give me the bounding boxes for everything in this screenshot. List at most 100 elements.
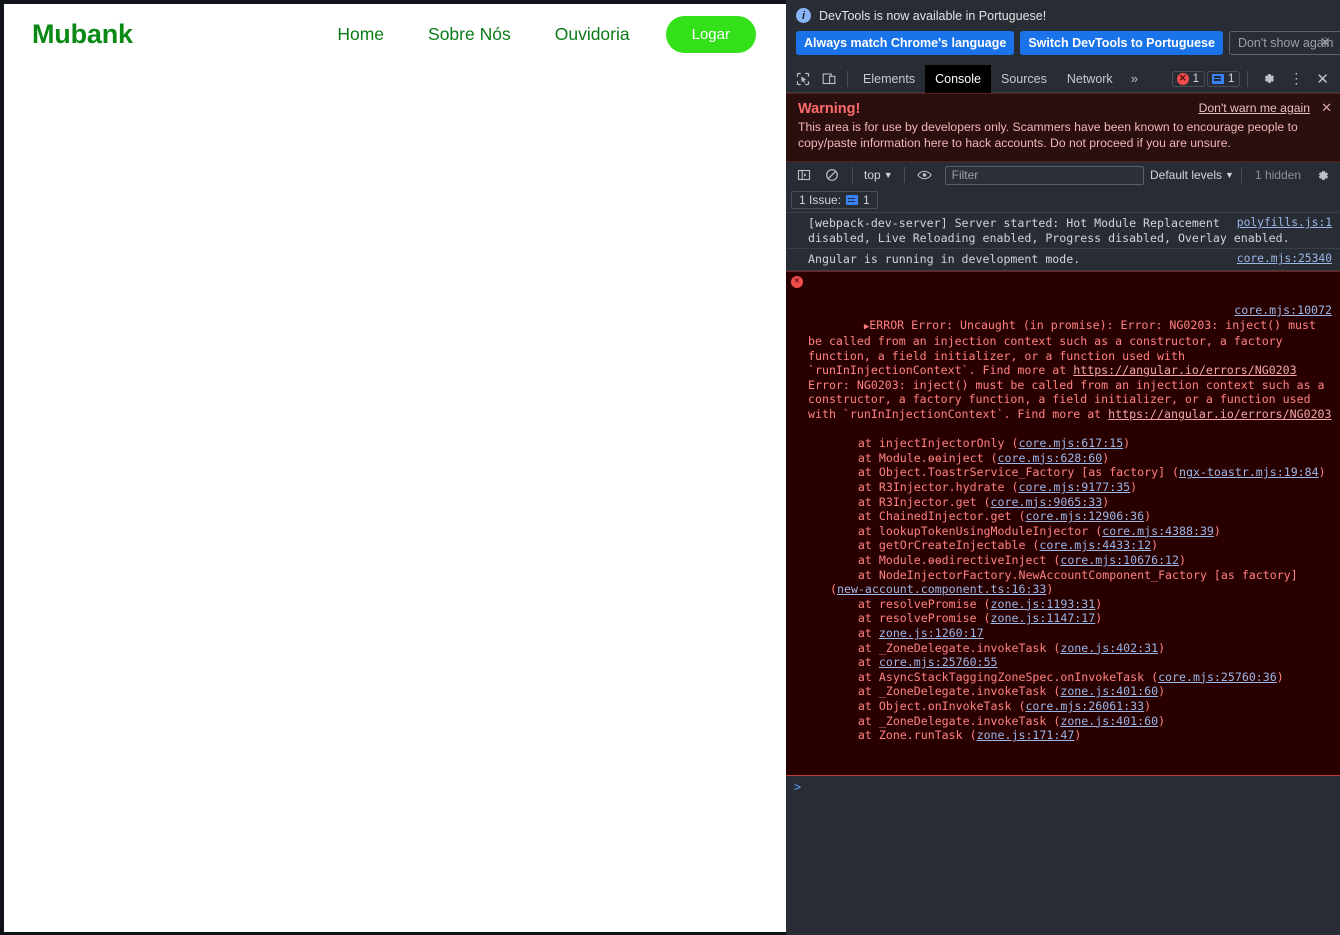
stack-frame-link[interactable]: core.mjs:4433:12 [1039, 538, 1151, 552]
stack-frame-suffix: ) [1102, 494, 1110, 509]
chevron-down-icon-levels: ▼ [1225, 170, 1234, 181]
site-brand-logo[interactable]: Mubank [32, 19, 133, 50]
error-headline-link[interactable]: https://angular.io/errors/NG0203 [1073, 363, 1296, 377]
stack-frame-suffix: ) [1130, 480, 1138, 495]
tab-sources[interactable]: Sources [991, 65, 1057, 93]
log-levels-selector[interactable]: Default levels ▼ [1150, 168, 1234, 182]
clear-console-icon[interactable] [819, 163, 845, 187]
stack-frame-function: at Object.onInvokeTask ( [830, 698, 1026, 713]
tab-console[interactable]: Console [925, 64, 991, 93]
filter-divider-2 [903, 167, 905, 184]
console-error-row[interactable]: ✕ core.mjs:10072 ▶ERROR Error: Uncaught … [786, 270, 1340, 776]
filter-divider-1 [852, 167, 853, 184]
stack-frame: at ChainedInjector.get (core.mjs:12906:3… [830, 509, 1332, 524]
always-match-language-button[interactable]: Always match Chrome's language [796, 31, 1015, 55]
stack-frame-suffix: ) [1123, 436, 1131, 451]
log-source-link[interactable]: polyfills.js:1 [1237, 216, 1332, 231]
console-log-row[interactable]: polyfills.js:1 [webpack-dev-server] Serv… [786, 213, 1340, 250]
execution-context-label: top [864, 168, 881, 183]
issues-count: 1 [863, 193, 870, 208]
stack-frame-link[interactable]: new-account.component.ts:16:33 [837, 582, 1046, 596]
more-tabs-icon[interactable]: » [1123, 71, 1146, 86]
error-detail-link[interactable]: https://angular.io/errors/NG0203 [1108, 407, 1331, 421]
nav-link-ouvidoria[interactable]: Ouvidoria [533, 18, 652, 51]
stack-frame-suffix: ) [1074, 728, 1082, 743]
stack-frame: at _ZoneDelegate.invokeTask (zone.js:401… [830, 714, 1332, 729]
switch-devtools-language-button[interactable]: Switch DevTools to Portuguese [1020, 31, 1223, 55]
console-settings-icon[interactable] [1309, 163, 1335, 187]
nav-link-home[interactable]: Home [315, 18, 406, 51]
stack-frame-link[interactable]: core.mjs:4388:39 [1102, 524, 1214, 538]
error-count-label: 1 [1192, 72, 1200, 85]
log-message-text: [webpack-dev-server] Server started: Hot… [808, 215, 1290, 245]
stack-frame: at AsyncStackTaggingZoneSpec.onInvokeTas… [830, 670, 1332, 685]
stack-frame-function: at _ZoneDelegate.invokeTask ( [830, 640, 1061, 655]
login-button[interactable]: Logar [665, 15, 756, 53]
dont-warn-me-again-link[interactable]: Don't warn me again [1199, 101, 1310, 115]
tab-elements[interactable]: Elements [853, 65, 925, 93]
console-log-row[interactable]: core.mjs:25340 Angular is running in dev… [786, 249, 1340, 271]
message-count-chip[interactable]: 1 [1207, 70, 1241, 87]
tab-network[interactable]: Network [1057, 65, 1123, 93]
stack-frame-suffix: ) [1276, 669, 1284, 684]
message-icon [1212, 73, 1225, 84]
error-count-chip[interactable]: ✕ 1 [1171, 70, 1206, 87]
nav-link-sobre-nos[interactable]: Sobre Nós [406, 18, 533, 51]
kebab-menu-icon[interactable]: ⋮ [1283, 70, 1309, 87]
console-prompt[interactable]: > [786, 776, 1340, 799]
stack-frame-link[interactable]: zone.js:1260:17 [879, 626, 984, 640]
inspect-element-icon[interactable] [790, 67, 816, 91]
error-source-link[interactable]: core.mjs:10072 [1234, 303, 1332, 318]
stack-frame-suffix: ) [1213, 523, 1221, 538]
stack-frame-link[interactable]: core.mjs:12906:36 [1025, 509, 1144, 523]
stack-frame: at Module.ɵɵdirectiveInject (core.mjs:10… [830, 553, 1332, 568]
console-filter-input[interactable] [944, 165, 1144, 185]
stack-frame-function: at _ZoneDelegate.invokeTask ( [830, 684, 1061, 699]
stack-frame-link[interactable]: core.mjs:10676:12 [1060, 553, 1179, 567]
stack-frame-suffix: ) [1095, 596, 1103, 611]
stack-frame-link[interactable]: zone.js:1147:17 [991, 611, 1096, 625]
warning-close-icon[interactable]: ✕ [1321, 100, 1332, 116]
stack-frame-function: at lookupTokenUsingModuleInjector ( [830, 523, 1103, 538]
console-filter-toolbar: top ▼ Default levels ▼ 1 hidden [786, 161, 1340, 189]
console-sidebar-icon[interactable] [791, 163, 817, 187]
issues-label: 1 Issue: [799, 193, 842, 208]
stack-frame-link[interactable]: core.mjs:25760:36 [1158, 670, 1277, 684]
stack-frame-link[interactable]: core.mjs:617:15 [1018, 436, 1123, 450]
stack-frame-link[interactable]: zone.js:401:60 [1060, 684, 1158, 698]
stack-frame-link[interactable]: zone.js:401:60 [1060, 714, 1158, 728]
stack-frame-link[interactable]: core.mjs:9065:33 [991, 495, 1103, 509]
stack-frame-suffix: ) [1095, 611, 1103, 626]
console-message-list[interactable]: polyfills.js:1 [webpack-dev-server] Serv… [786, 212, 1340, 935]
stack-frame-link[interactable]: zone.js:171:47 [977, 728, 1075, 742]
stack-frame-function: at getOrCreateInjectable ( [830, 538, 1040, 553]
gear-icon[interactable] [1255, 67, 1281, 91]
devtools-language-banner: i DevTools is now available in Portugues… [786, 0, 1340, 65]
log-source-link[interactable]: core.mjs:25340 [1237, 252, 1332, 267]
stack-frame-link[interactable]: zone.js:1193:31 [991, 597, 1096, 611]
stack-frame-link[interactable]: core.mjs:26061:33 [1025, 699, 1144, 713]
execution-context-selector[interactable]: top ▼ [860, 168, 897, 182]
stack-frame: at resolvePromise (zone.js:1193:31) [830, 597, 1332, 612]
stack-frame-function: at R3Injector.get ( [830, 494, 991, 509]
toolbar-divider [847, 70, 848, 87]
stack-frame-suffix: ) [1144, 698, 1152, 713]
stack-frame-link[interactable]: core.mjs:9177:35 [1018, 480, 1130, 494]
stack-frame-link[interactable]: core.mjs:628:60 [998, 451, 1103, 465]
stack-frame-function: at injectInjectorOnly ( [830, 436, 1019, 451]
stack-frame: at _ZoneDelegate.invokeTask (zone.js:402… [830, 641, 1332, 656]
stack-frame-suffix: ) [1158, 640, 1166, 655]
error-icon: ✕ [791, 275, 803, 288]
stack-frame-link[interactable]: zone.js:402:31 [1060, 641, 1158, 655]
prompt-caret-icon: > [794, 779, 802, 794]
stack-frame-function: at R3Injector.hydrate ( [830, 480, 1019, 495]
stack-frame: at NodeInjectorFactory.NewAccountCompone… [830, 568, 1332, 597]
issues-chip[interactable]: 1 Issue: 1 [791, 191, 878, 210]
stack-frame-link[interactable]: core.mjs:25760:55 [879, 655, 998, 669]
close-icon[interactable]: ✕ [1319, 35, 1331, 49]
device-toolbar-icon[interactable] [816, 67, 842, 91]
devtools-close-icon[interactable]: ✕ [1311, 70, 1334, 88]
error-stack-trace: at injectInjectorOnly (core.mjs:617:15) … [808, 436, 1332, 742]
eye-icon[interactable] [912, 163, 938, 187]
stack-frame-link[interactable]: ngx-toastr.mjs:19:84 [1179, 465, 1319, 479]
